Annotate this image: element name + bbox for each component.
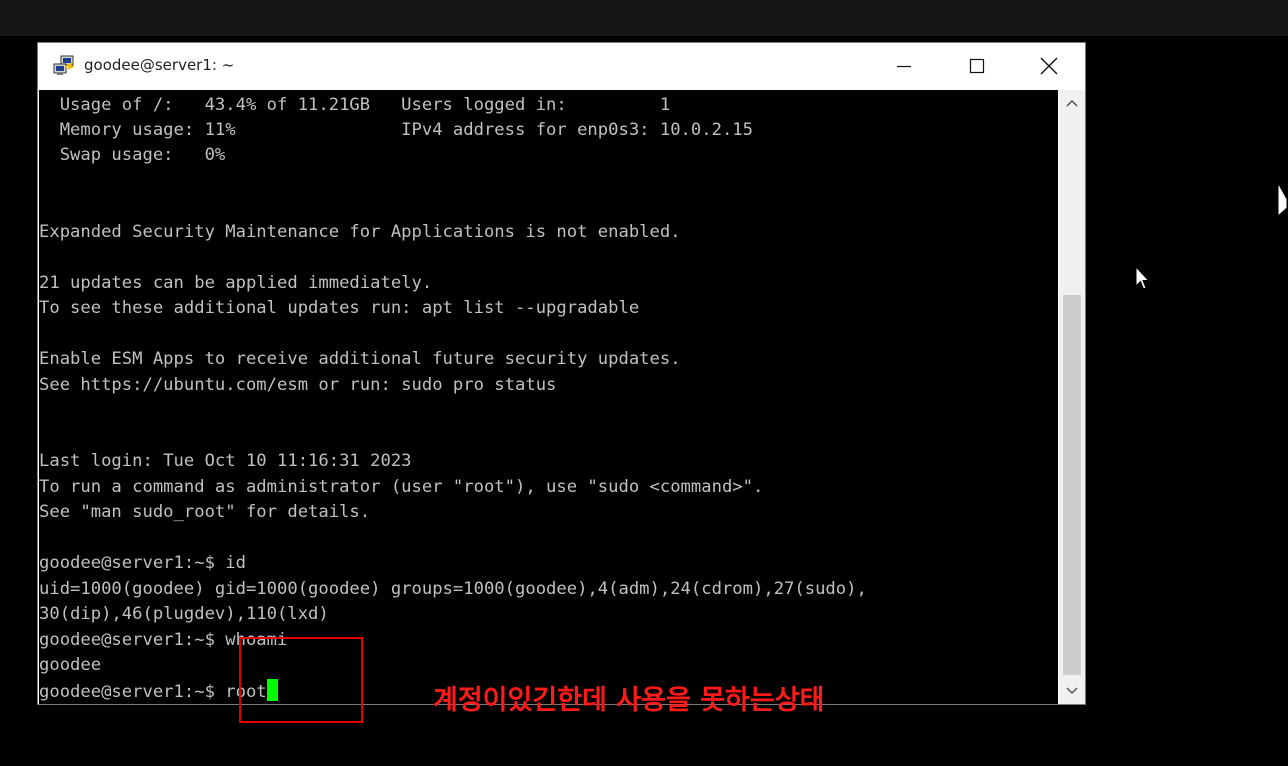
- scrollbar-thumb[interactable]: [1063, 295, 1081, 675]
- minimize-icon: [897, 65, 911, 68]
- window-title: goodee@server1: ~: [84, 56, 235, 74]
- putty-window: goodee@server1: ~ Usage of /: 43.4% of 1…: [37, 42, 1086, 705]
- terminal-line: 30(dip),46(plugdev),110(lxd): [39, 604, 329, 624]
- terminal-line: See https://ubuntu.com/esm or run: sudo …: [39, 375, 557, 395]
- title-bar[interactable]: goodee@server1: ~: [38, 43, 1085, 90]
- scroll-up-button[interactable]: [1059, 90, 1085, 116]
- terminal-line: Memory usage: 11% IPv4 address for enp0s…: [39, 120, 753, 140]
- terminal-line: To run a command as administrator (user …: [39, 477, 764, 497]
- vertical-scrollbar[interactable]: [1059, 90, 1085, 704]
- terminal-line: To see these additional updates run: apt…: [39, 298, 640, 318]
- putty-icon[interactable]: [52, 55, 76, 77]
- terminal-line: goodee@server1:~$ id: [39, 553, 246, 573]
- close-icon: [1040, 57, 1058, 75]
- mouse-cursor-icon: [1277, 182, 1288, 218]
- mouse-cursor-icon: [1135, 266, 1149, 290]
- terminal-line: Last login: Tue Oct 10 11:16:31 2023: [39, 451, 412, 471]
- terminal-line: Expanded Security Maintenance for Applic…: [39, 222, 681, 242]
- terminal-line: Usage of /: 43.4% of 11.21GB Users logge…: [39, 95, 671, 115]
- maximize-button[interactable]: [954, 43, 1000, 89]
- chevron-down-icon: [1066, 687, 1078, 695]
- terminal-output[interactable]: Usage of /: 43.4% of 11.21GB Users logge…: [39, 90, 1058, 704]
- minimize-button[interactable]: [881, 43, 927, 89]
- terminal-line: 21 updates can be applied immediately.: [39, 273, 433, 293]
- terminal-line: goodee: [39, 655, 102, 675]
- chevron-up-icon: [1066, 99, 1078, 107]
- terminal-line: Swap usage: 0%: [39, 145, 226, 165]
- top-bar: [0, 0, 1288, 36]
- annotation-text: 계정이있긴한데 사용을 못하는상태: [433, 685, 825, 716]
- terminal-line: See "man sudo_root" for details.: [39, 502, 371, 522]
- maximize-icon: [969, 58, 985, 74]
- terminal-line: uid=1000(goodee) gid=1000(goodee) groups…: [39, 579, 867, 599]
- terminal-line: Enable ESM Apps to receive additional fu…: [39, 349, 681, 369]
- prompt-text: goodee@server1:~$ root: [39, 682, 267, 702]
- highlight-box: [239, 637, 363, 723]
- scroll-down-button[interactable]: [1059, 678, 1085, 704]
- close-button[interactable]: [1026, 43, 1072, 89]
